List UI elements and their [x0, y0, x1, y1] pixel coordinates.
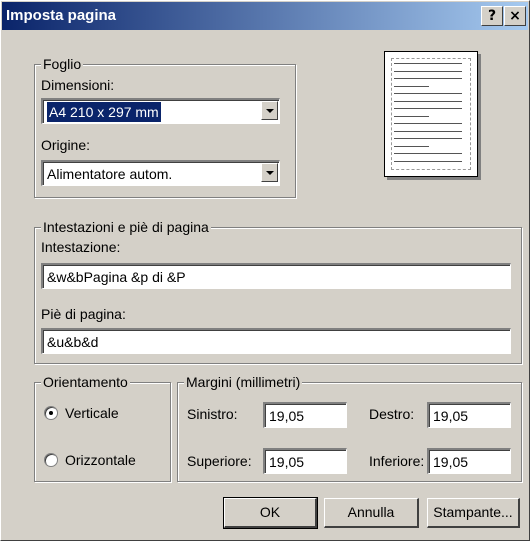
- header-footer-legend: Intestazioni e piè di pagina: [41, 219, 211, 235]
- margini-legend: Margini (millimetri): [184, 374, 303, 390]
- page-preview-icon: [384, 51, 478, 177]
- origine-select[interactable]: Alimentatore autom.: [41, 160, 280, 186]
- preview-line: [394, 108, 462, 109]
- destro-label: Destro:: [369, 406, 415, 422]
- orizzontale-label[interactable]: Orizzontale: [65, 452, 136, 468]
- superiore-label: Superiore:: [187, 453, 252, 469]
- ok-button[interactable]: OK: [223, 497, 318, 529]
- preview-line: [394, 160, 462, 162]
- dimensioni-dropdown-icon[interactable]: [261, 101, 278, 120]
- pie-di-pagina-label: Piè di pagina:: [41, 306, 126, 322]
- preview-line: [394, 115, 429, 117]
- sinistro-label: Sinistro:: [187, 406, 238, 422]
- dimensioni-label: Dimensioni:: [41, 77, 115, 93]
- preview-line: [394, 63, 462, 64]
- sinistro-input[interactable]: 19,05: [263, 402, 347, 428]
- preview-line: [394, 93, 462, 94]
- intestazione-label: Intestazione:: [41, 239, 121, 255]
- title-bar[interactable]: Imposta pagina ? ×: [2, 2, 528, 30]
- origine-dropdown-icon[interactable]: [261, 163, 278, 182]
- origine-label: Origine:: [41, 137, 91, 153]
- inferiore-input[interactable]: 19,05: [427, 448, 511, 474]
- preview-line: [394, 153, 462, 154]
- preview-line: [394, 85, 429, 87]
- window-title: Imposta pagina: [6, 7, 117, 24]
- annulla-button[interactable]: Annulla: [324, 498, 419, 528]
- verticale-label[interactable]: Verticale: [65, 405, 119, 421]
- preview-line: [394, 70, 462, 72]
- preview-line: [394, 145, 429, 147]
- verticale-radio[interactable]: [44, 406, 58, 420]
- preview-line: [394, 138, 462, 139]
- foglio-legend: Foglio: [41, 56, 84, 72]
- preview-content: [391, 58, 471, 170]
- stampante-button[interactable]: Stampante...: [427, 498, 520, 528]
- close-button[interactable]: ×: [504, 6, 526, 26]
- help-button[interactable]: ?: [481, 6, 503, 26]
- page-setup-dialog: Imposta pagina ? × Foglio Dimensioni: A4…: [0, 0, 530, 541]
- preview-line: [394, 100, 462, 102]
- dimensioni-value: A4 210 x 297 mm: [47, 102, 161, 122]
- inferiore-label: Inferiore:: [369, 453, 425, 469]
- destro-input[interactable]: 19,05: [427, 402, 511, 428]
- preview-line: [394, 130, 462, 132]
- pie-di-pagina-input[interactable]: &u&b&d: [41, 328, 511, 354]
- orizzontale-radio[interactable]: [44, 453, 58, 467]
- preview-line: [394, 78, 462, 79]
- origine-value: Alimentatore autom.: [47, 166, 173, 182]
- superiore-input[interactable]: 19,05: [263, 448, 347, 474]
- intestazione-input[interactable]: &w&bPagina &p di &P: [41, 263, 511, 289]
- orientamento-legend: Orientamento: [41, 374, 130, 390]
- preview-line: [394, 123, 462, 124]
- dimensioni-select[interactable]: A4 210 x 297 mm: [41, 98, 280, 124]
